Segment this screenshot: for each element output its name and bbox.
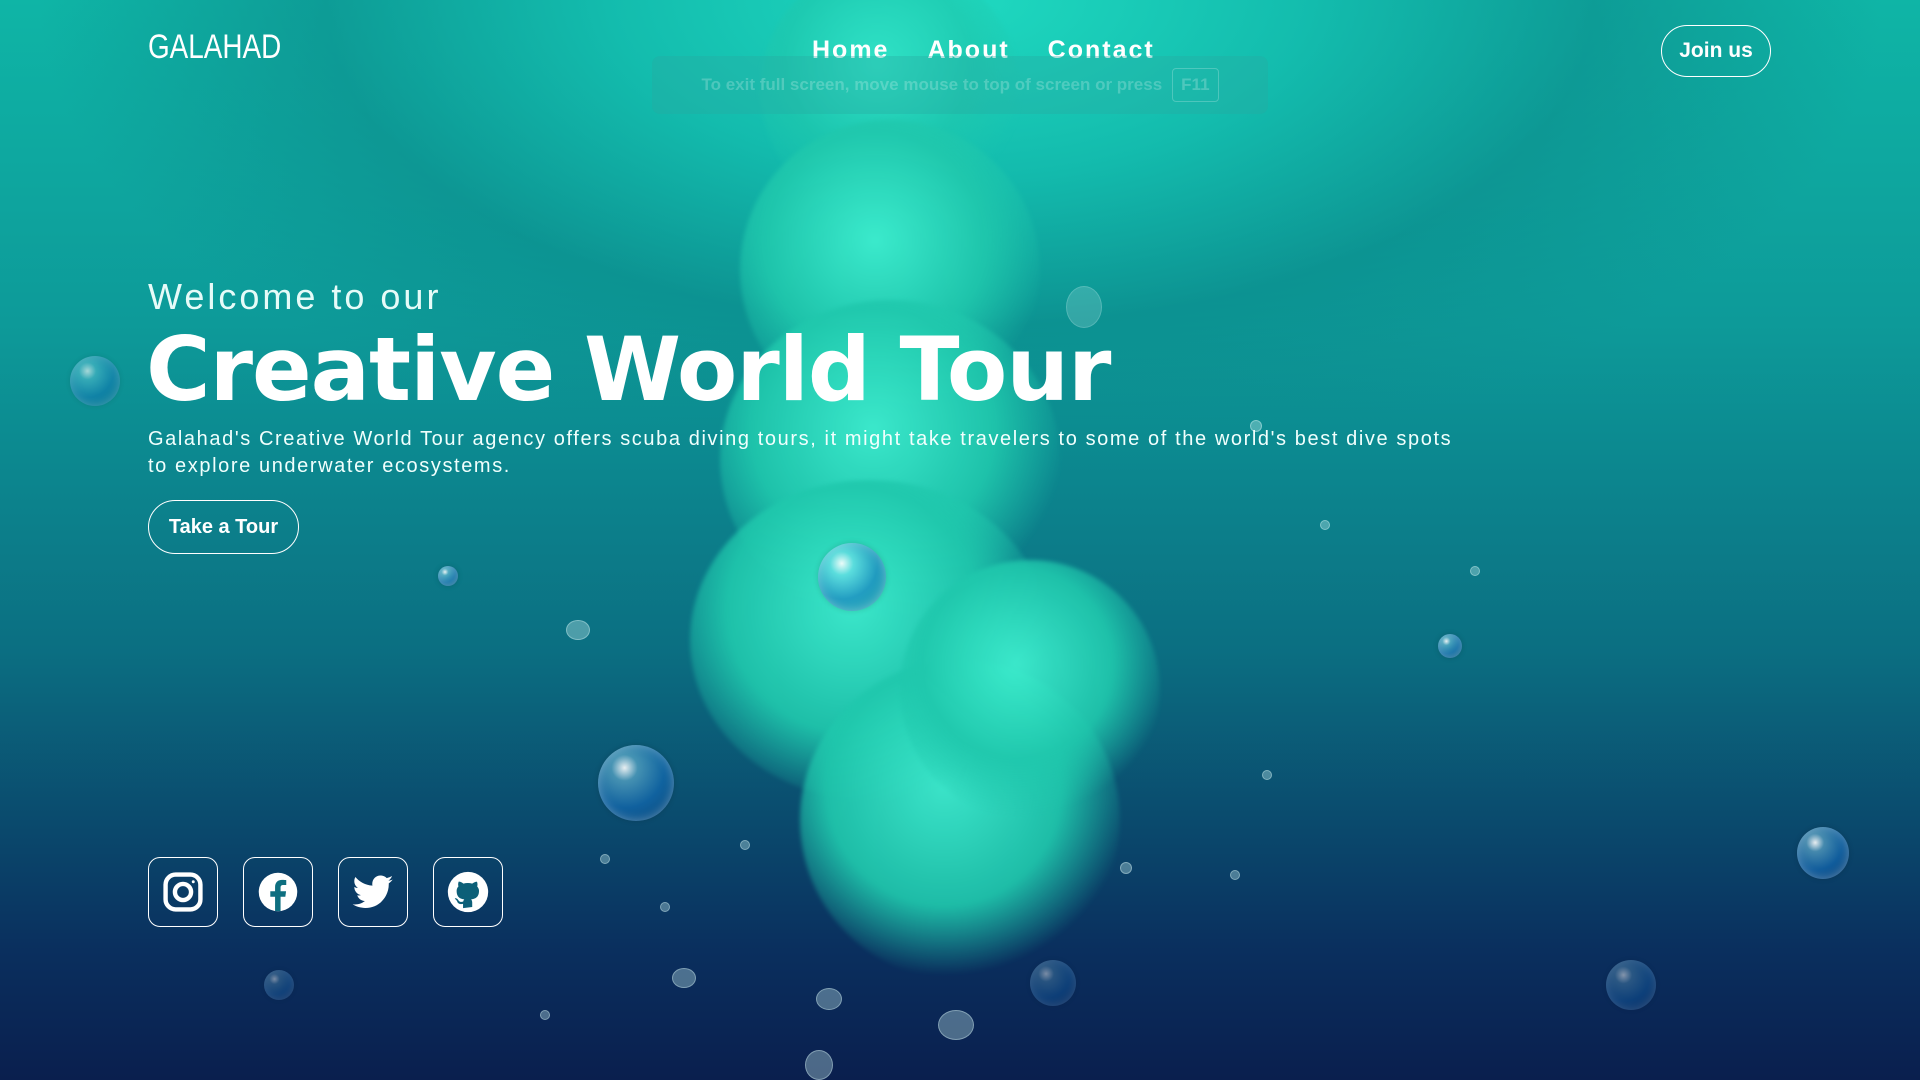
bubble [264, 970, 294, 1000]
twitter-link[interactable] [338, 857, 408, 927]
speck [540, 1010, 550, 1020]
speck [1262, 770, 1272, 780]
facebook-link[interactable] [243, 857, 313, 927]
bubble [1438, 634, 1462, 658]
brand-logo[interactable]: GALAHAD [148, 28, 281, 67]
speck [1470, 566, 1480, 576]
speck [740, 840, 750, 850]
hero-description: Galahad's Creative World Tour agency off… [148, 428, 1453, 477]
speck [600, 854, 610, 864]
speck [805, 1050, 833, 1080]
bubble [818, 543, 886, 611]
bubble [1030, 960, 1076, 1006]
take-a-tour-button[interactable]: Take a Tour [148, 500, 299, 554]
fullscreen-notice: To exit full screen, move mouse to top o… [652, 56, 1268, 114]
bubble [1606, 960, 1656, 1010]
bubble [438, 566, 458, 586]
github-icon [447, 871, 489, 913]
facebook-icon [258, 872, 298, 912]
twitter-icon [352, 875, 394, 908]
fullscreen-notice-text: To exit full screen, move mouse to top o… [701, 75, 1163, 94]
speck [1320, 520, 1330, 530]
speck [672, 968, 696, 988]
ink-cloud [900, 560, 1160, 820]
speck [1120, 862, 1132, 874]
join-us-button[interactable]: Join us [1661, 25, 1771, 77]
instagram-icon [163, 872, 203, 912]
instagram-link[interactable] [148, 857, 218, 927]
bubble [598, 745, 674, 821]
bubble [70, 356, 120, 406]
speck [1230, 870, 1240, 880]
speck [566, 620, 590, 640]
hero-welcome: Welcome to our [148, 276, 442, 317]
hero-title: Creative World Tour [146, 318, 1111, 421]
bubble [1797, 827, 1849, 879]
social-links [148, 857, 503, 927]
fullscreen-key-badge: F11 [1172, 68, 1219, 102]
speck [660, 902, 670, 912]
speck [816, 988, 842, 1010]
speck [938, 1010, 974, 1040]
github-link[interactable] [433, 857, 503, 927]
